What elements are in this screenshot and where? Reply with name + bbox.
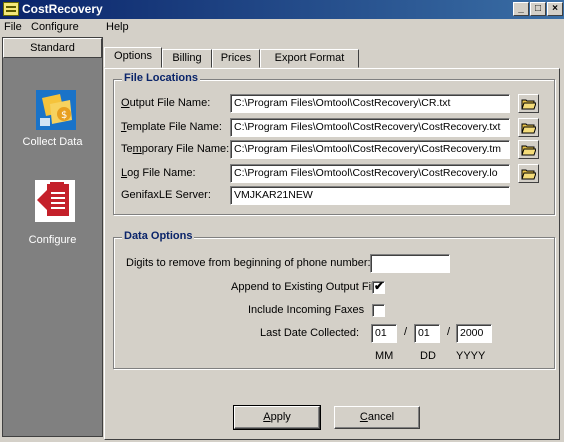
day-input[interactable]: 01 bbox=[414, 324, 440, 343]
svg-text:$: $ bbox=[61, 110, 67, 121]
month-input[interactable]: 01 bbox=[371, 324, 397, 343]
temporary-file-label: Temporary File Name: bbox=[121, 143, 230, 155]
data-options-group: Data Options Digits to remove from begin… bbox=[113, 230, 555, 369]
digits-label: Digits to remove from beginning of phone… bbox=[126, 257, 371, 269]
template-file-label: Template File Name: bbox=[121, 121, 222, 133]
output-file-input[interactable]: C:\Program Files\Omtool\CostRecovery\CR.… bbox=[230, 94, 510, 113]
options-panel: File Locations Output File Name: C:\Prog… bbox=[104, 68, 560, 440]
log-file-label: Log File Name: bbox=[121, 167, 196, 179]
tab-prices[interactable]: Prices bbox=[212, 49, 260, 68]
check-mark-icon: ✔ bbox=[374, 279, 385, 293]
browse-temporary-button[interactable] bbox=[518, 140, 539, 159]
menu-help[interactable]: Help bbox=[106, 21, 129, 33]
date-separator: / bbox=[404, 326, 408, 338]
folder-open-icon bbox=[521, 169, 536, 180]
day-caption: DD bbox=[420, 350, 436, 362]
digits-input[interactable] bbox=[370, 254, 450, 273]
close-button[interactable]: × bbox=[547, 2, 563, 16]
date-separator: / bbox=[447, 326, 451, 338]
title-bar: CostRecovery _ □ × bbox=[0, 0, 564, 19]
append-checkbox[interactable]: ✔ bbox=[372, 279, 385, 294]
app-icon bbox=[3, 2, 19, 16]
file-locations-group: File Locations Output File Name: C:\Prog… bbox=[113, 72, 555, 215]
collect-data-icon: $ bbox=[36, 90, 76, 130]
log-file-input[interactable]: C:\Program Files\Omtool\CostRecovery\Cos… bbox=[230, 164, 510, 183]
output-file-label: Output File Name: bbox=[121, 97, 211, 109]
menu-configure[interactable]: Configure bbox=[31, 21, 79, 33]
cancel-button[interactable]: Cancel bbox=[334, 406, 420, 429]
append-label: Append to Existing Output File bbox=[231, 281, 380, 293]
configure-icon bbox=[35, 180, 75, 222]
folder-open-icon bbox=[521, 123, 536, 134]
sidebar-item-label: Configure bbox=[28, 234, 77, 246]
tab-options[interactable]: Options bbox=[104, 47, 162, 68]
temporary-file-input[interactable]: C:\Program Files\Omtool\CostRecovery\Cos… bbox=[230, 140, 510, 159]
apply-button[interactable]: Apply bbox=[233, 405, 321, 430]
last-date-label: Last Date Collected: bbox=[260, 327, 360, 339]
sidebar-item-collect-data[interactable]: $ Collect Data bbox=[3, 72, 102, 167]
maximize-button[interactable]: □ bbox=[530, 2, 546, 16]
month-caption: MM bbox=[375, 350, 394, 362]
browse-log-button[interactable] bbox=[518, 164, 539, 183]
sidebar-item-configure[interactable]: Configure bbox=[3, 168, 102, 263]
incoming-label: Include Incoming Faxes bbox=[248, 304, 365, 316]
year-caption: YYYY bbox=[456, 350, 486, 362]
menu-file[interactable]: File bbox=[4, 21, 22, 33]
server-input[interactable]: VMJKAR21NEW bbox=[230, 186, 510, 205]
tab-export-format[interactable]: Export Format bbox=[260, 49, 359, 68]
file-locations-title: File Locations bbox=[122, 72, 200, 84]
data-options-title: Data Options bbox=[122, 230, 195, 242]
sidebar-header-standard[interactable]: Standard bbox=[3, 38, 102, 58]
browse-template-button[interactable] bbox=[518, 118, 539, 137]
year-input[interactable]: 2000 bbox=[456, 324, 492, 343]
server-label: GenifaxLE Server: bbox=[121, 189, 211, 201]
template-file-input[interactable]: C:\Program Files\Omtool\CostRecovery\Cos… bbox=[230, 118, 510, 137]
minimize-button[interactable]: _ bbox=[513, 2, 529, 16]
browse-output-button[interactable] bbox=[518, 94, 539, 113]
sidebar-item-label: Collect Data bbox=[22, 136, 83, 148]
folder-open-icon bbox=[521, 145, 536, 156]
menu-bar: File Configure Help bbox=[0, 19, 564, 37]
window-title: CostRecovery bbox=[22, 2, 103, 16]
incoming-checkbox[interactable] bbox=[372, 304, 385, 317]
tab-billing[interactable]: Billing bbox=[162, 49, 212, 68]
folder-open-icon bbox=[521, 99, 536, 110]
sidebar: Standard $ Collect Data Configure bbox=[2, 37, 103, 437]
